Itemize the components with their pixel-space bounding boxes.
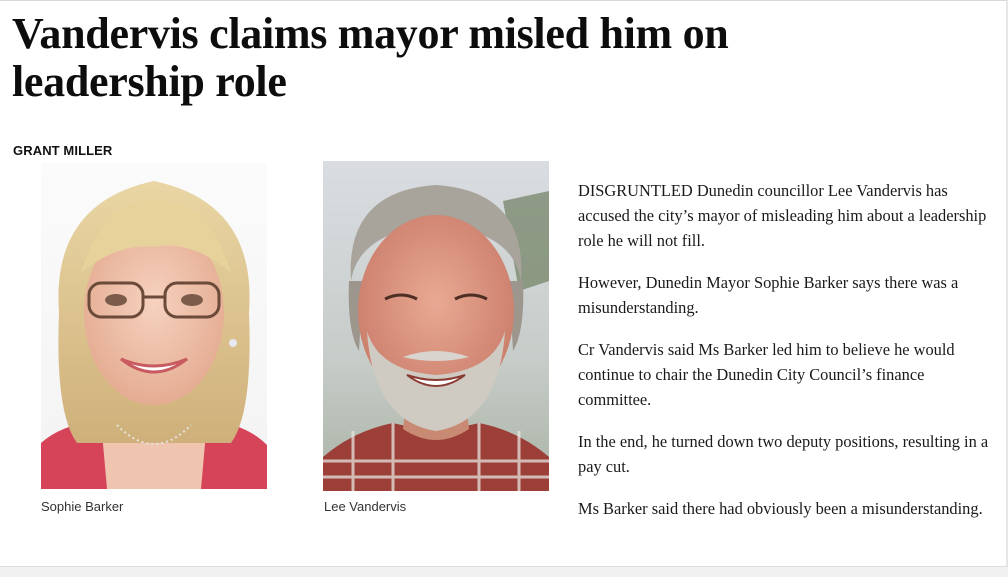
page-bottom-bar <box>0 566 1008 577</box>
photo-caption-lee-vandervis: Lee Vandervis <box>324 499 407 514</box>
woman-portrait-icon <box>41 163 267 489</box>
sophie-barker-photo <box>41 163 267 489</box>
article-paragraph: However, Dunedin Mayor Sophie Barker say… <box>578 273 959 317</box>
man-portrait-icon <box>323 161 549 491</box>
article-body: DISGRUNTLED Dunedin councillor Lee Vande… <box>578 178 996 538</box>
article-byline: GRANT MILLER <box>13 143 113 158</box>
page-top-border <box>0 0 1008 1</box>
article-paragraph: In the end, he turned down two deputy po… <box>578 432 989 476</box>
article-paragraph: Cr Vandervis said Ms Barker led him to b… <box>578 340 955 409</box>
article-paragraph: DISGRUNTLED Dunedin councillor Lee Vande… <box>578 181 987 250</box>
lee-vandervis-photo <box>323 161 549 491</box>
article-headline: Vandervis claims mayor misled him on lea… <box>12 9 729 106</box>
photo-caption-sophie-barker: Sophie Barker <box>41 499 124 514</box>
article-paragraph: Ms Barker said there had obviously been … <box>578 499 983 518</box>
